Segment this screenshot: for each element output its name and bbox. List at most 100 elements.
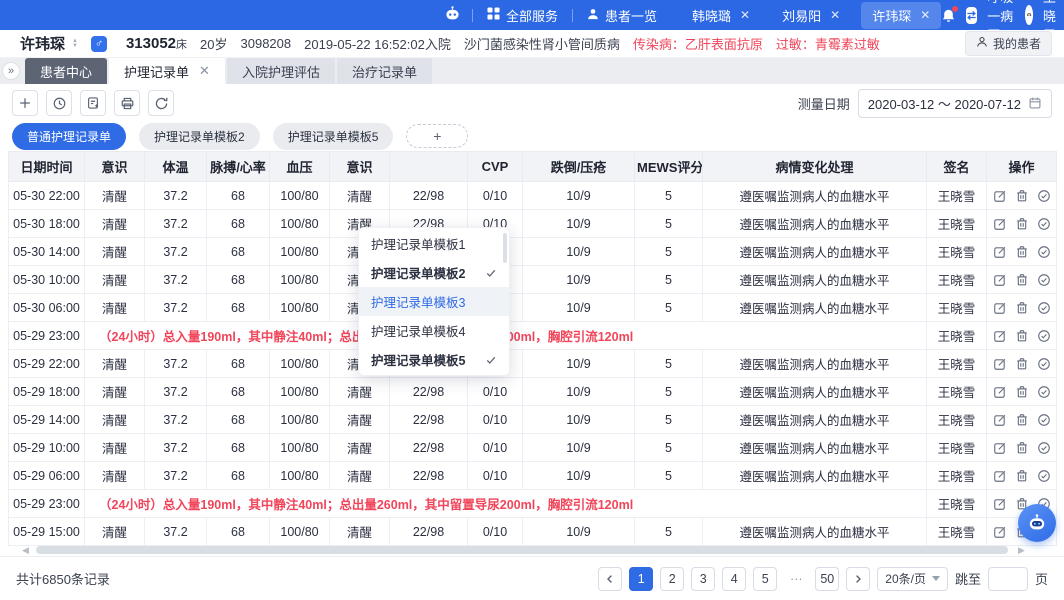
confirm-icon[interactable] (1037, 217, 1051, 231)
page-button[interactable]: 1 (629, 567, 653, 591)
confirm-icon[interactable] (1037, 301, 1051, 315)
close-icon[interactable]: ✕ (920, 9, 930, 21)
confirm-icon[interactable] (1037, 245, 1051, 259)
patient-tab-hanxiaolu[interactable]: 韩晓璐 ✕ (681, 2, 761, 29)
cell: 37.2 (145, 350, 207, 378)
scrollbar-thumb[interactable] (36, 546, 1008, 554)
edit-icon[interactable] (993, 245, 1007, 259)
tab-patient-center[interactable]: 患者中心 (25, 58, 107, 84)
tab-treatment-record[interactable]: 治疗记录单 (337, 58, 432, 84)
collapse-tabs-button[interactable]: » (2, 62, 20, 80)
close-icon[interactable]: ✕ (740, 9, 750, 21)
close-icon[interactable]: ✕ (830, 9, 840, 21)
cell: 100/80 (270, 182, 330, 210)
edit-icon[interactable] (993, 217, 1007, 231)
dropdown-item[interactable]: 护理记录单模板4 (359, 316, 509, 345)
template-pill-general[interactable]: 普通护理记录单 (12, 123, 126, 150)
print-button[interactable] (114, 90, 140, 116)
cell: 清醒 (85, 350, 145, 378)
dropdown-item[interactable]: 护理记录单模板3 (359, 287, 509, 316)
cell: 王晓雪 (927, 182, 987, 210)
infectious-value: 乙肝表面抗原 (685, 37, 763, 52)
delete-icon[interactable] (1015, 413, 1029, 427)
delete-icon[interactable] (1015, 441, 1029, 455)
page-button[interactable]: 4 (722, 567, 746, 591)
switch-patient-icon[interactable]: ▲▼ (72, 39, 78, 49)
confirm-icon[interactable] (1037, 469, 1051, 483)
scroll-right-arrow[interactable]: ▶ (1018, 545, 1025, 555)
delete-icon[interactable] (1015, 301, 1029, 315)
edit-icon[interactable] (993, 497, 1007, 511)
dropdown-item[interactable]: 护理记录单模板1 (359, 229, 509, 258)
edit-icon[interactable] (993, 413, 1007, 427)
assistant-robot-button[interactable] (1018, 504, 1056, 542)
delete-icon[interactable] (1015, 273, 1029, 287)
edit-icon[interactable] (993, 357, 1007, 371)
cell: 5 (635, 434, 703, 462)
dropdown-item[interactable]: 护理记录单模板2 (359, 258, 509, 287)
confirm-icon[interactable] (1037, 385, 1051, 399)
template-pill-2[interactable]: 护理记录单模板2 (139, 123, 260, 150)
scroll-left-arrow[interactable]: ◀ (22, 545, 29, 555)
row-actions (987, 266, 1057, 294)
patient-tab-liuyiyang[interactable]: 刘易阳 ✕ (771, 2, 851, 29)
page-button[interactable]: 5 (753, 567, 777, 591)
delete-icon[interactable] (1015, 245, 1029, 259)
confirm-icon[interactable] (1037, 273, 1051, 287)
user-avatar[interactable] (1025, 5, 1033, 25)
column-header: 病情变化处理 (703, 152, 927, 182)
template-pills-row: 普通护理记录单 护理记录单模板2 护理记录单模板5 + (12, 123, 1052, 149)
patient-list-menu[interactable]: 患者一览 (573, 6, 671, 25)
cell: 10/9 (523, 406, 635, 434)
cell: 遵医嘱监测病人的血糖水平 (703, 182, 927, 210)
page-size-select[interactable]: 20条/页 (877, 567, 948, 591)
tab-admission-assessment[interactable]: 入院护理评估 (227, 58, 335, 84)
switch-ward-icon[interactable] (966, 7, 977, 24)
confirm-icon[interactable] (1037, 329, 1051, 343)
jump-page-input[interactable] (988, 567, 1028, 591)
dropdown-item[interactable]: 护理记录单模板5 (359, 345, 509, 374)
history-time-button[interactable] (46, 90, 72, 116)
next-page-button[interactable] (846, 567, 870, 591)
admission-datetime: 2019-05-22 16:52:02入院 (304, 34, 451, 53)
cell: 遵医嘱监测病人的血糖水平 (703, 210, 927, 238)
delete-icon[interactable] (1015, 385, 1029, 399)
tab-label: 治疗记录单 (352, 62, 417, 81)
close-icon[interactable]: ✕ (199, 63, 210, 79)
patient-tab-xuweichen-active[interactable]: 许玮琛 ✕ (861, 2, 941, 29)
edit-icon[interactable] (993, 189, 1007, 203)
confirm-icon[interactable] (1037, 189, 1051, 203)
tab-nursing-record[interactable]: 护理记录单✕ (109, 58, 225, 84)
page-button[interactable]: 3 (691, 567, 715, 591)
edit-icon[interactable] (993, 301, 1007, 315)
page-button[interactable]: 2 (660, 567, 684, 591)
new-form-button[interactable] (80, 90, 106, 116)
delete-icon[interactable] (1015, 357, 1029, 371)
page-button[interactable]: 50 (815, 567, 839, 591)
add-record-button[interactable] (12, 90, 38, 116)
delete-icon[interactable] (1015, 469, 1029, 483)
template-pill-5[interactable]: 护理记录单模板5 (273, 123, 394, 150)
delete-icon[interactable] (1015, 189, 1029, 203)
dropdown-item-label: 护理记录单模板2 (371, 263, 465, 282)
edit-icon[interactable] (993, 273, 1007, 287)
delete-icon[interactable] (1015, 329, 1029, 343)
delete-icon[interactable] (1015, 217, 1029, 231)
edit-icon[interactable] (993, 385, 1007, 399)
all-services-menu[interactable]: 全部服务 (473, 6, 572, 25)
my-patients-button[interactable]: 我的患者 (965, 31, 1052, 56)
confirm-icon[interactable] (1037, 413, 1051, 427)
grid-icon (487, 7, 500, 23)
refresh-button[interactable] (148, 90, 174, 116)
edit-icon[interactable] (993, 329, 1007, 343)
edit-icon[interactable] (993, 441, 1007, 455)
prev-page-button[interactable] (598, 567, 622, 591)
confirm-icon[interactable] (1037, 441, 1051, 455)
dropdown-scrollbar-thumb[interactable] (503, 233, 507, 263)
date-range-picker[interactable]: 2020-03-12 ～ 2020-07-12 (858, 89, 1052, 118)
edit-icon[interactable] (993, 525, 1007, 539)
notification-bell-icon[interactable] (941, 8, 956, 23)
edit-icon[interactable] (993, 469, 1007, 483)
confirm-icon[interactable] (1037, 357, 1051, 371)
add-template-button[interactable]: + (406, 124, 468, 148)
